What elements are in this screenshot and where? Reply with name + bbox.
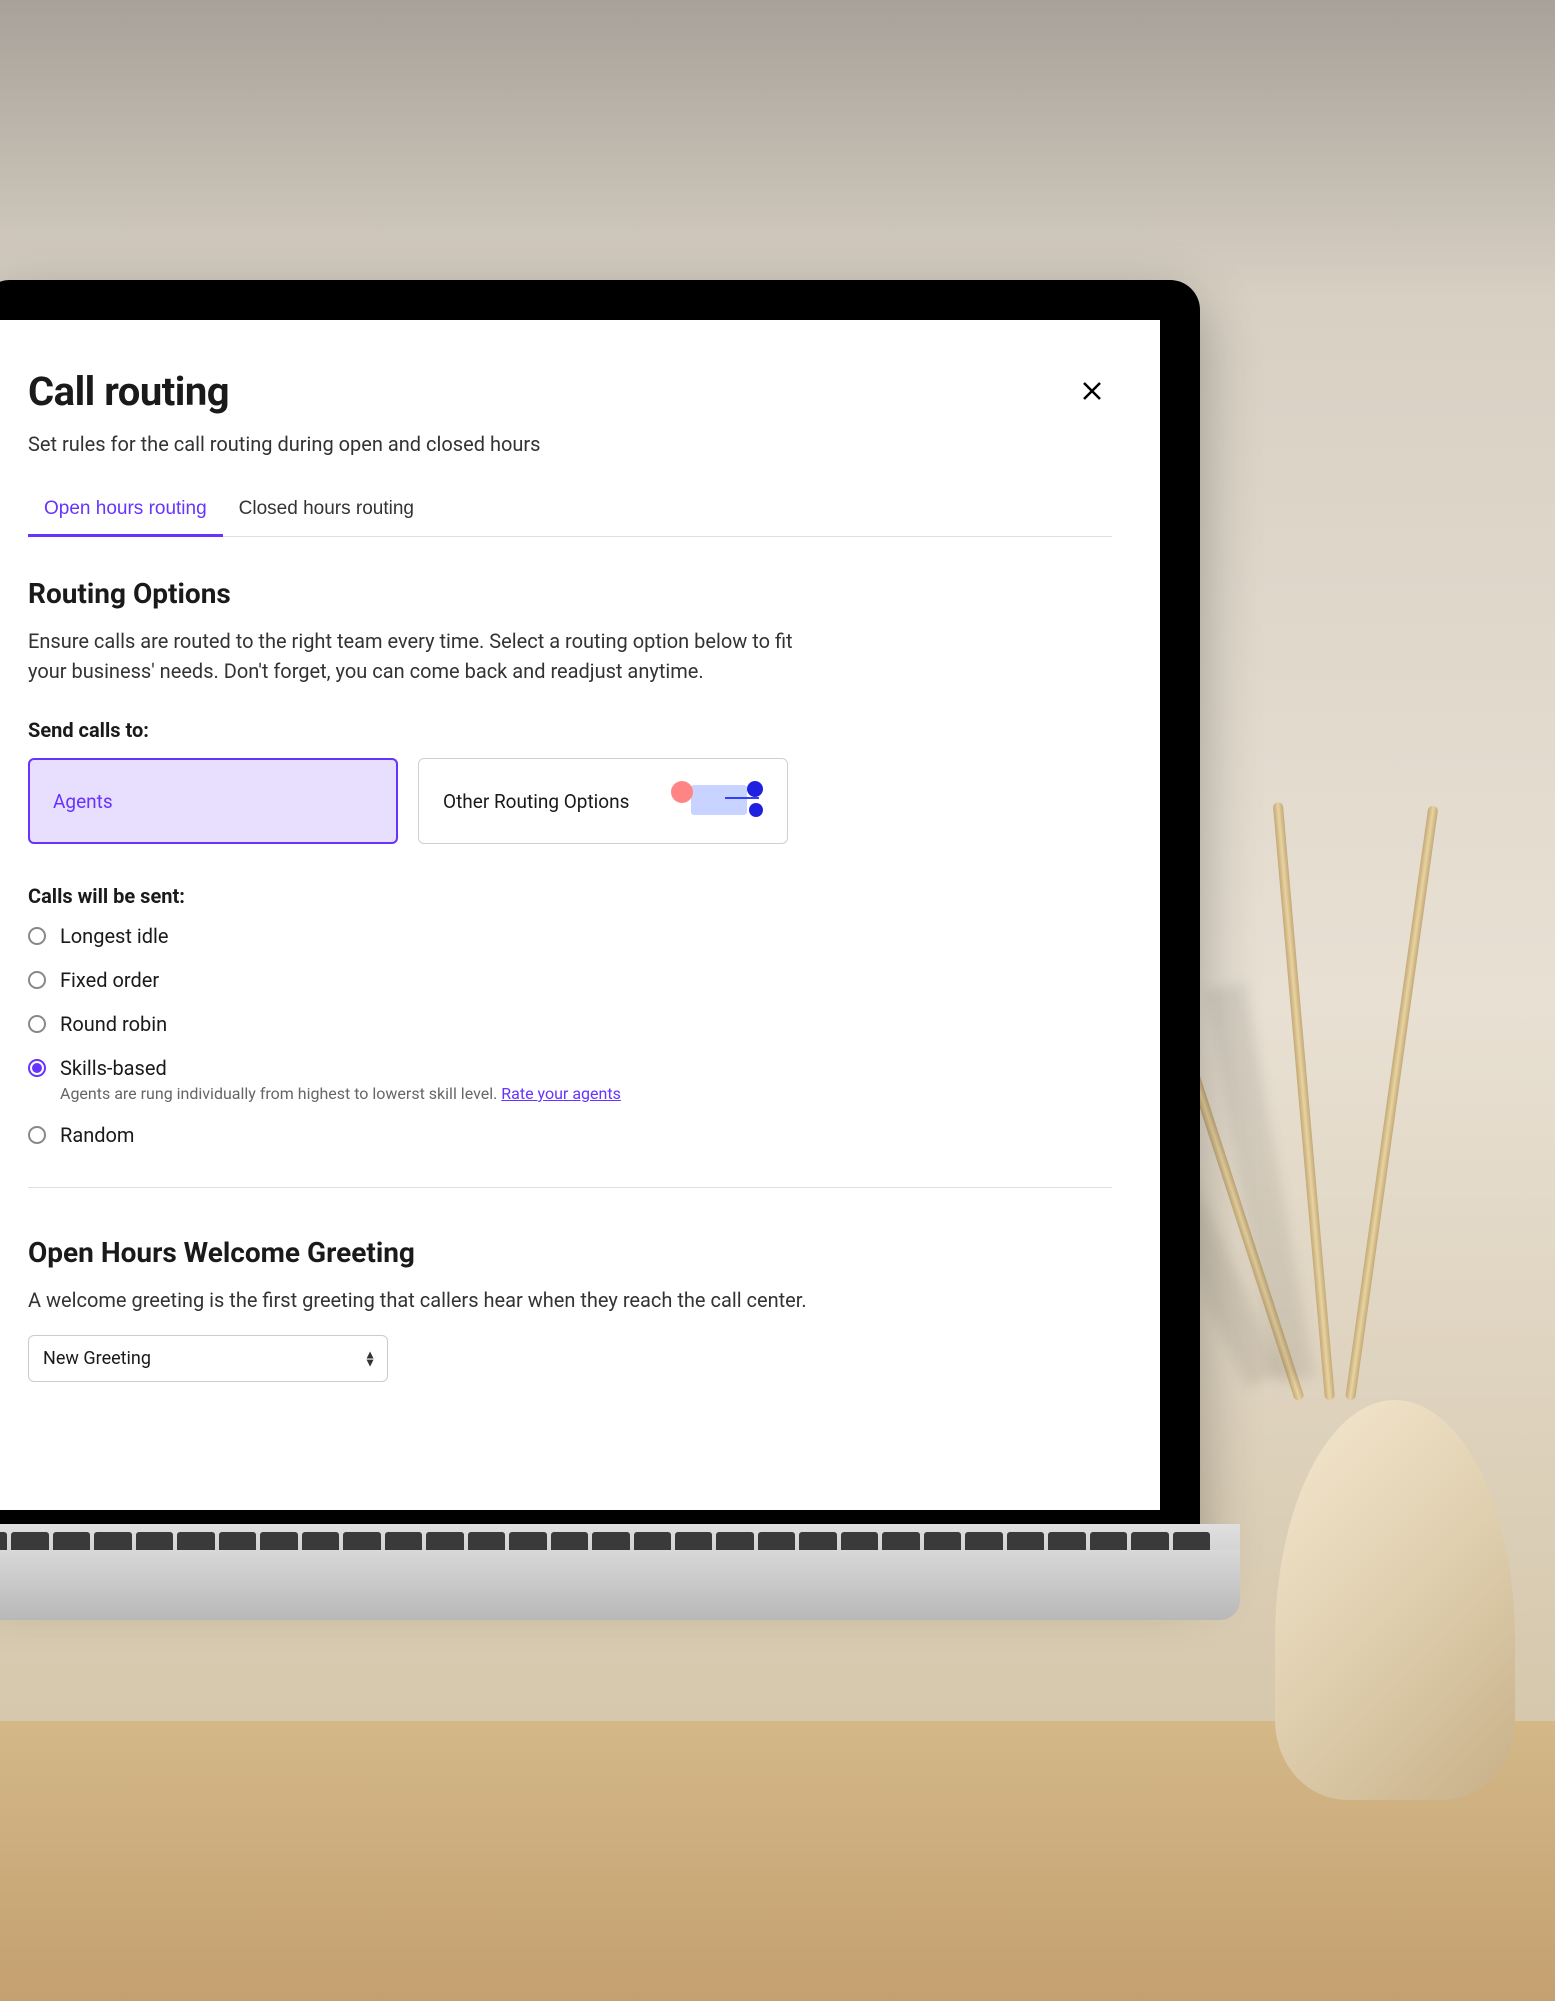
- radio-label: Fixed order: [60, 968, 159, 992]
- radio-label: Longest idle: [60, 924, 169, 948]
- option-card-label: Agents: [53, 790, 113, 813]
- routing-options-description: Ensure calls are routed to the right tea…: [28, 626, 808, 686]
- welcome-greeting-description: A welcome greeting is the first greeting…: [28, 1285, 808, 1315]
- page-subtitle: Set rules for the call routing during op…: [28, 432, 1112, 456]
- radio-fixed-order[interactable]: Fixed order: [28, 968, 1112, 992]
- send-calls-to-label: Send calls to:: [28, 718, 1112, 742]
- close-icon: [1080, 374, 1104, 410]
- option-card-label: Other Routing Options: [443, 790, 629, 813]
- radio-random[interactable]: Random: [28, 1123, 1112, 1147]
- radio-icon: [28, 1059, 46, 1077]
- section-divider: [28, 1187, 1112, 1188]
- radio-sublabel: Agents are rung individually from highes…: [60, 1084, 621, 1103]
- page-title: Call routing: [28, 368, 229, 415]
- radio-icon: [28, 971, 46, 989]
- routing-options-title: Routing Options: [28, 577, 1112, 610]
- greeting-select[interactable]: New Greeting: [28, 1335, 388, 1382]
- option-card-agents[interactable]: Agents: [28, 758, 398, 844]
- laptop-base: [0, 1550, 1240, 1620]
- radio-icon: [28, 1126, 46, 1144]
- close-button[interactable]: [1072, 368, 1112, 416]
- radio-round-robin[interactable]: Round robin: [28, 1012, 1112, 1036]
- radio-label: Skills-based: [60, 1056, 621, 1080]
- welcome-greeting-title: Open Hours Welcome Greeting: [28, 1236, 1112, 1269]
- tab-open-hours[interactable]: Open hours routing: [28, 484, 223, 537]
- radio-icon: [28, 1015, 46, 1033]
- routing-illustration-icon: [673, 779, 763, 823]
- radio-label: Round robin: [60, 1012, 167, 1036]
- radio-label: Random: [60, 1123, 134, 1147]
- radio-skills-based[interactable]: Skills-based Agents are rung individuall…: [28, 1056, 1112, 1103]
- tabs: Open hours routing Closed hours routing: [28, 484, 1112, 537]
- calls-will-be-sent-label: Calls will be sent:: [28, 884, 1112, 908]
- rate-your-agents-link[interactable]: Rate your agents: [501, 1084, 621, 1103]
- radio-longest-idle[interactable]: Longest idle: [28, 924, 1112, 948]
- option-card-other-routing[interactable]: Other Routing Options: [418, 758, 788, 844]
- laptop-mockup: Call routing Set rules for the call rout…: [0, 280, 1200, 1570]
- tab-closed-hours[interactable]: Closed hours routing: [223, 484, 430, 537]
- radio-icon: [28, 927, 46, 945]
